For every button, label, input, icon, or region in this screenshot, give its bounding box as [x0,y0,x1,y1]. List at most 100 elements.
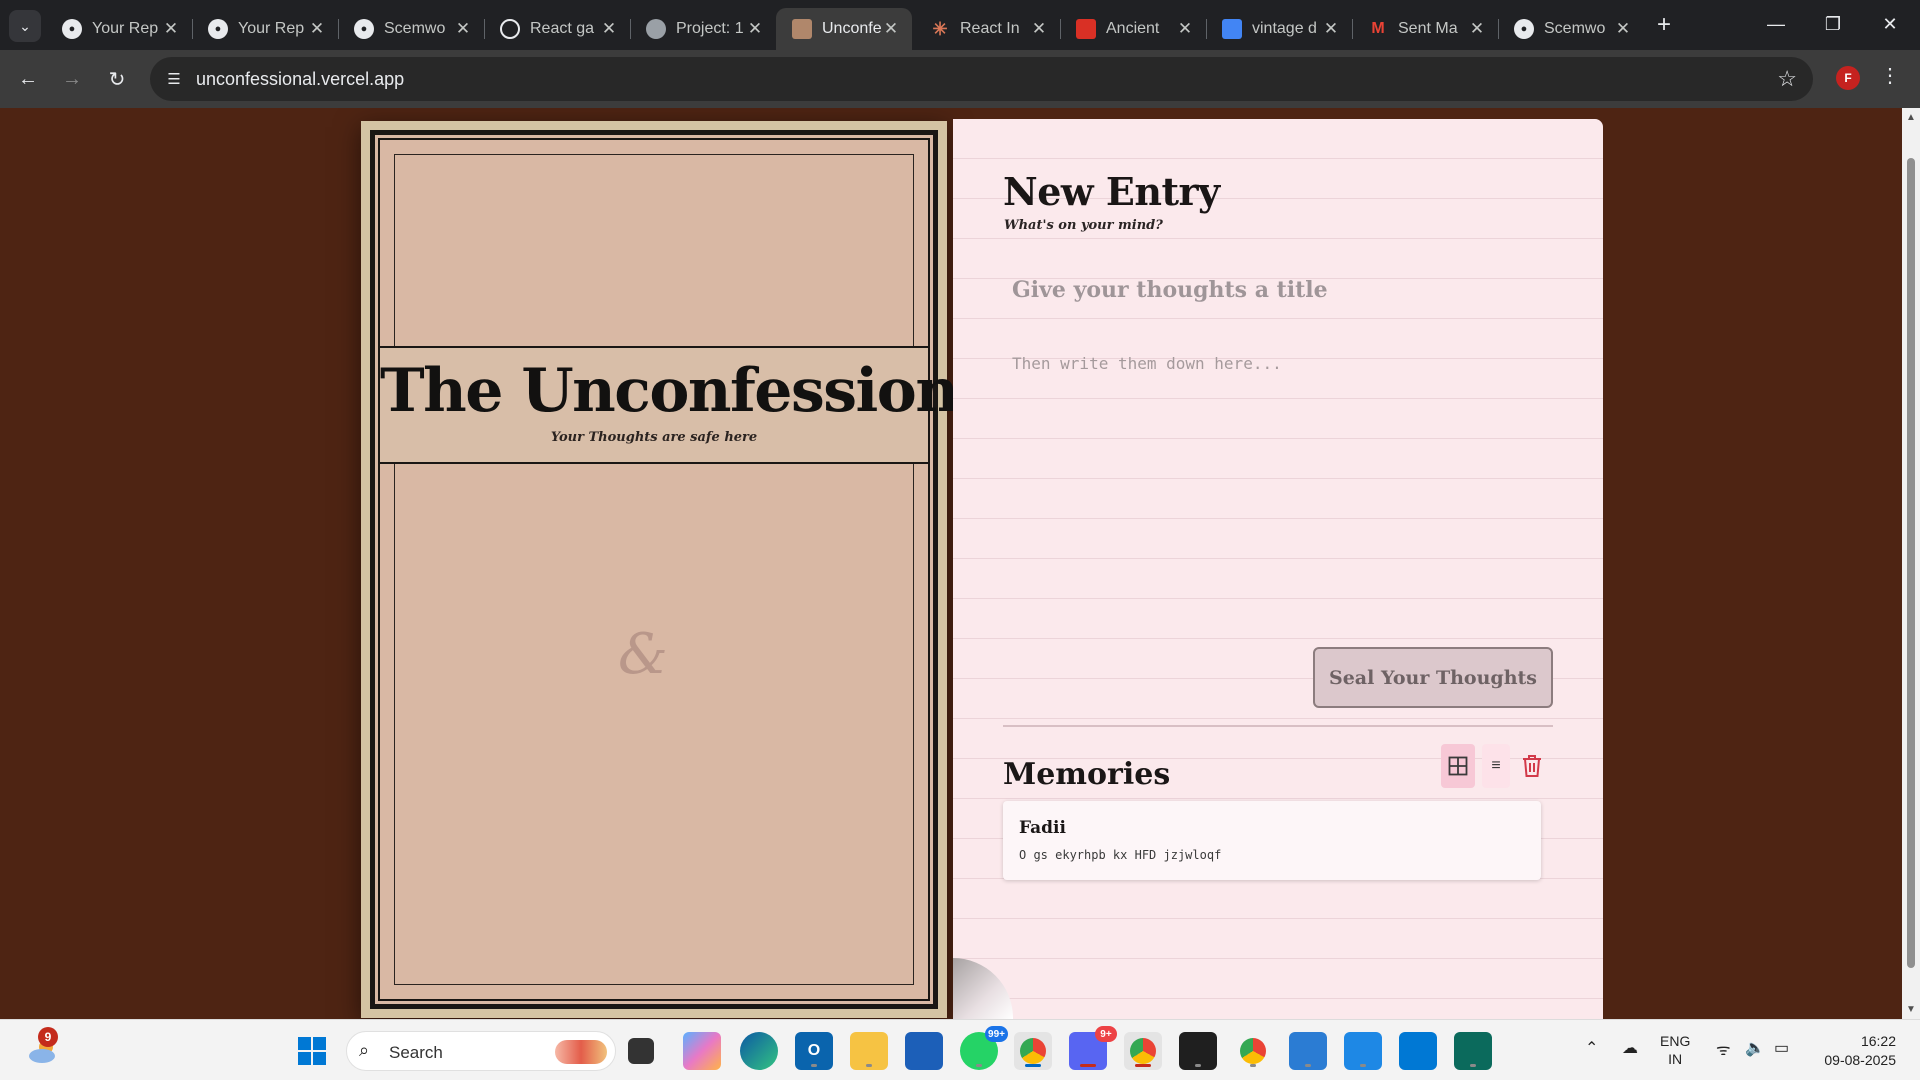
volume-icon[interactable]: 🔈 [1745,1038,1765,1058]
tab[interactable]: ● Scemwo ✕ [338,8,485,50]
section-divider [1003,725,1553,727]
journal-page: New Entry What's on your mind? Seal Your… [953,119,1603,1019]
system-clock[interactable]: 16:22 09-08-2025 [1816,1032,1896,1070]
url-text[interactable]: unconfessional.vercel.app [196,69,404,90]
chrome-icon[interactable] [1014,1032,1052,1070]
ampersand-ornament-icon: & [618,622,668,687]
docs-icon [1222,19,1242,39]
snipping-tool-icon[interactable] [1454,1032,1492,1070]
photos-icon[interactable] [1344,1032,1382,1070]
memory-card[interactable]: Fadii O gs ekyrhpb kx HFD jzjwloqf [1003,801,1541,880]
tab[interactable]: vintage d ✕ [1206,8,1353,50]
arrow-left-icon: ← [18,67,38,90]
battery-icon[interactable]: ▭ [1774,1038,1789,1058]
close-icon[interactable]: ✕ [162,19,180,39]
close-icon[interactable]: ✕ [1468,19,1486,39]
close-window-button[interactable]: ✕ [1862,4,1918,44]
close-icon[interactable]: ✕ [1322,19,1340,39]
tab-title: Scemwo [384,20,446,37]
tab-title: vintage d [1252,20,1317,37]
close-icon[interactable]: ✕ [1614,19,1632,39]
asterisk-icon: ✳ [932,18,948,39]
terminal-icon[interactable] [1179,1032,1217,1070]
delete-all-button[interactable] [1515,744,1549,788]
grid-view-button[interactable] [1441,744,1475,788]
scroll-up-icon[interactable]: ▲ [1906,112,1916,123]
entry-title-input[interactable] [1003,265,1553,315]
list-view-button[interactable]: ≡ [1482,744,1510,788]
region-code: IN [1668,1051,1683,1067]
scroll-down-icon[interactable]: ▼ [1906,1004,1916,1015]
edge-icon[interactable] [740,1032,778,1070]
back-button[interactable]: ← [12,63,44,95]
reload-button[interactable]: ↻ [101,63,133,95]
start-button[interactable] [298,1037,326,1065]
chrome-profile-icon[interactable] [1124,1032,1162,1070]
profile-avatar[interactable]: F [1836,66,1860,90]
tab-search-button[interactable]: ⌄ [9,10,41,42]
tab[interactable]: ● Your Rep ✕ [46,8,193,50]
clock-time: 16:22 [1860,1033,1896,1049]
github-icon: ● [62,19,82,39]
lang-code: ENG [1660,1033,1691,1049]
tab-active[interactable]: Unconfe ✕ [776,8,912,50]
close-icon[interactable]: ✕ [600,19,618,39]
weather-badge: 9 [38,1027,58,1047]
close-icon[interactable]: ✕ [308,19,326,39]
tab[interactable]: ● Scemwo ✕ [1498,8,1644,50]
microsoft-store-icon[interactable] [905,1032,943,1070]
close-icon[interactable]: ✕ [1176,19,1194,39]
scroll-thumb[interactable] [1907,158,1915,968]
minimize-button[interactable]: — [1748,4,1804,44]
memory-text: O gs ekyrhpb kx HFD jzjwloqf [1019,848,1222,862]
search-highlight-image [555,1040,607,1064]
new-entry-heading: New Entry [1003,169,1220,214]
taskbar-search[interactable]: ⌕ Search [346,1031,616,1071]
task-view-icon[interactable] [628,1038,654,1064]
close-icon[interactable]: ✕ [882,19,900,39]
chrome-profile-2-icon[interactable] [1234,1032,1272,1070]
language-indicator[interactable]: ENG IN [1660,1032,1690,1068]
close-icon[interactable]: ✕ [746,19,764,39]
tab[interactable]: Project: 1 ✕ [630,8,776,50]
tab-title: Project: 1 [676,20,744,37]
windows-taskbar: 9 ⌕ Search O 99+ 9+ ⌃ ☁ ENG IN ᯤ 🔈 ▭ 16:2… [0,1019,1920,1080]
tab[interactable]: ● Your Rep ✕ [192,8,339,50]
book-red-icon [1076,19,1096,39]
cover-title: The Unconfessional [380,356,1018,426]
more-menu-icon[interactable]: ⋮ [1880,63,1900,88]
gmail-icon: M [1371,20,1385,37]
tab-title: Scemwo [1544,20,1606,37]
discord-icon[interactable]: 9+ [1069,1026,1117,1070]
vscode-icon[interactable] [1399,1032,1437,1070]
discord-badge: 9+ [1095,1026,1117,1042]
trash-icon [1523,755,1541,777]
file-explorer-icon[interactable] [850,1032,888,1070]
new-tab-button[interactable]: + [1649,10,1679,40]
grid-icon [1448,756,1468,776]
tab-title: Unconfe [822,20,882,37]
notepad-icon[interactable] [1289,1032,1327,1070]
restore-button[interactable]: ❐ [1805,4,1861,44]
close-icon[interactable]: ✕ [1030,19,1048,39]
wifi-icon[interactable]: ᯤ [1716,1038,1731,1060]
seal-thoughts-button[interactable]: Seal Your Thoughts [1313,647,1553,708]
tab-title: Ancient [1106,20,1160,37]
close-icon[interactable]: ✕ [454,19,472,39]
whatsapp-icon[interactable]: 99+ [960,1026,1008,1070]
tab[interactable]: M Sent Ma ✕ [1352,8,1499,50]
bookmark-star-icon[interactable]: ☆ [1777,66,1797,92]
forward-button[interactable]: → [56,63,88,95]
page-scrollbar[interactable]: ▲ ▼ [1902,108,1920,1019]
tab[interactable]: ✳ React In ✕ [914,8,1061,50]
copilot-icon[interactable] [683,1032,721,1070]
outlook-icon[interactable]: O [795,1032,833,1070]
clock-date: 09-08-2025 [1824,1052,1896,1068]
onedrive-icon[interactable]: ☁ [1622,1038,1638,1058]
tray-overflow-icon[interactable]: ⌃ [1585,1038,1598,1058]
tab[interactable]: Ancient ✕ [1060,8,1207,50]
address-bar[interactable]: ☰ unconfessional.vercel.app ☆ [150,57,1813,101]
tab[interactable]: React ga ✕ [484,8,631,50]
entry-body-textarea[interactable] [1003,344,1553,624]
site-info-icon[interactable]: ☰ [160,65,188,93]
